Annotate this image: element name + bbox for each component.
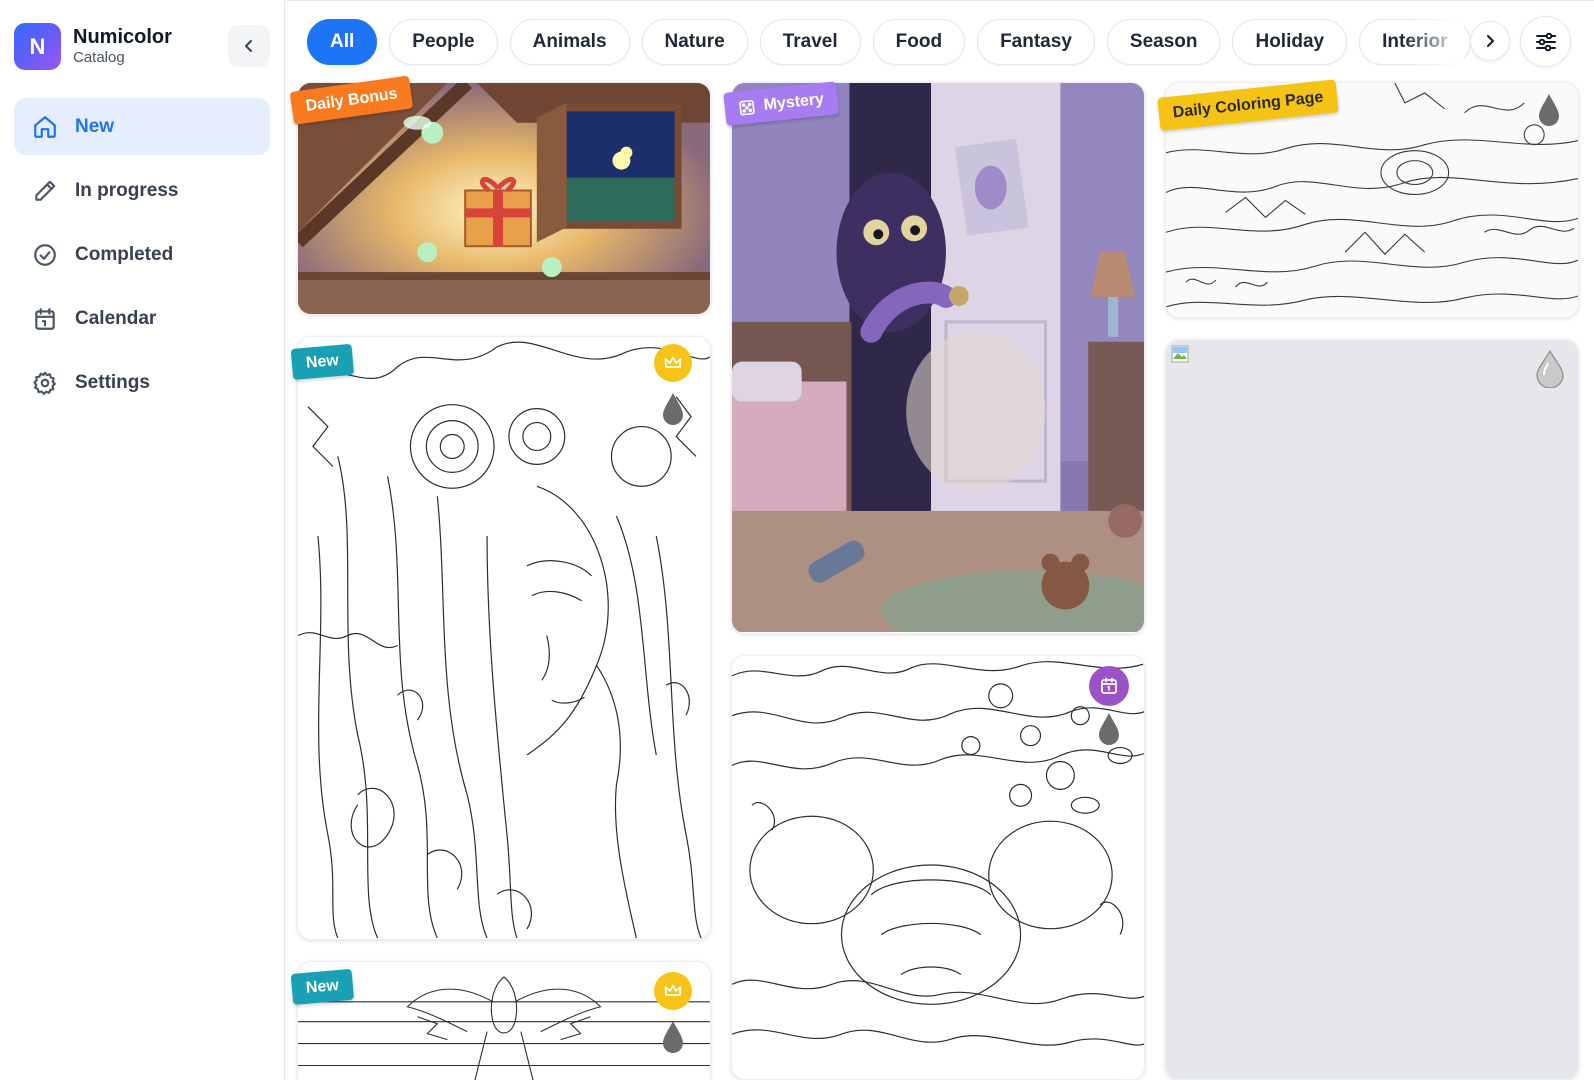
filter-button[interactable]: [1520, 16, 1571, 67]
paint-drop-icon: [663, 1021, 683, 1053]
category-bar: All People Animals Nature Travel Food Fa…: [286, 0, 1594, 81]
sidebar-nav: New In progress Completed Calendar Setti…: [14, 98, 270, 418]
calendar-icon: [32, 306, 58, 332]
app-logo: N: [14, 23, 61, 70]
broken-image-icon: [1171, 345, 1189, 363]
brand[interactable]: N Numicolor Catalog: [14, 23, 172, 70]
sidebar-item-label: Completed: [75, 243, 174, 265]
crown-icon: [664, 356, 682, 368]
collapse-sidebar-button[interactable]: [228, 25, 270, 67]
new-tag: New: [290, 968, 355, 1005]
line-art-angel: [298, 962, 710, 1080]
card-portrait[interactable]: [297, 336, 711, 940]
mystery-box-icon: [738, 98, 756, 116]
sidebar-item-label: New: [75, 115, 115, 137]
calendar-icon: [1101, 677, 1117, 694]
chip-nature[interactable]: Nature: [641, 19, 748, 65]
paint-drop-icon: [1536, 350, 1564, 388]
crown-icon: [664, 984, 682, 996]
sidebar-item-label: In progress: [75, 179, 179, 201]
line-art-portrait: [298, 337, 710, 939]
chip-people[interactable]: People: [389, 19, 498, 65]
scroll-categories-button[interactable]: [1470, 21, 1510, 61]
app-subtitle: Catalog: [73, 49, 125, 66]
premium-badge: [654, 972, 692, 1010]
mystery-tag-label: Mystery: [762, 90, 825, 114]
chevron-left-icon: [245, 40, 252, 52]
card-abstract[interactable]: [731, 655, 1145, 1080]
card-mystery[interactable]: [731, 82, 1145, 634]
chip-all[interactable]: All: [307, 19, 378, 65]
sidebar-item-label: Calendar: [75, 307, 157, 329]
sidebar-item-new[interactable]: New: [14, 98, 270, 155]
calendar-badge: [1089, 666, 1129, 706]
premium-badge: [654, 344, 692, 382]
attic-fairies-illustration: [298, 83, 710, 314]
sidebar-item-completed[interactable]: Completed: [14, 226, 270, 283]
sidebar-item-calendar[interactable]: Calendar: [14, 290, 270, 347]
sidebar-item-in-progress[interactable]: In progress: [14, 162, 270, 219]
paint-drop-icon: [1539, 94, 1559, 126]
gear-icon: [32, 370, 58, 396]
chips-fade: [1404, 11, 1464, 71]
sidebar: N Numicolor Catalog New In progress Comp…: [0, 0, 285, 1080]
brand-text: Numicolor Catalog: [73, 26, 172, 67]
paint-drop-icon: [1099, 713, 1119, 745]
chevron-right-icon: [1487, 35, 1494, 47]
chip-fantasy[interactable]: Fantasy: [977, 19, 1095, 65]
chip-season[interactable]: Season: [1106, 19, 1221, 65]
sidebar-item-label: Settings: [75, 371, 150, 393]
chip-travel[interactable]: Travel: [759, 19, 861, 65]
pencil-icon: [32, 178, 58, 204]
chip-holiday[interactable]: Holiday: [1232, 19, 1348, 65]
new-tag: New: [290, 343, 355, 380]
home-icon: [32, 114, 58, 140]
monster-bedroom-illustration: [732, 83, 1144, 633]
category-chips: All People Animals Nature Travel Food Fa…: [307, 19, 1483, 65]
app-name: Numicolor: [73, 26, 172, 48]
card-placeholder[interactable]: [1165, 339, 1579, 1080]
sidebar-item-settings[interactable]: Settings: [14, 354, 270, 411]
line-art-abstract: [732, 656, 1144, 1079]
chip-food[interactable]: Food: [872, 19, 966, 65]
paint-drop-icon: [663, 393, 683, 425]
check-circle-icon: [32, 242, 58, 268]
chip-animals[interactable]: Animals: [509, 19, 630, 65]
card-angel[interactable]: [297, 961, 711, 1080]
sliders-icon: [1535, 32, 1556, 51]
card-daily-bonus[interactable]: [297, 82, 711, 315]
